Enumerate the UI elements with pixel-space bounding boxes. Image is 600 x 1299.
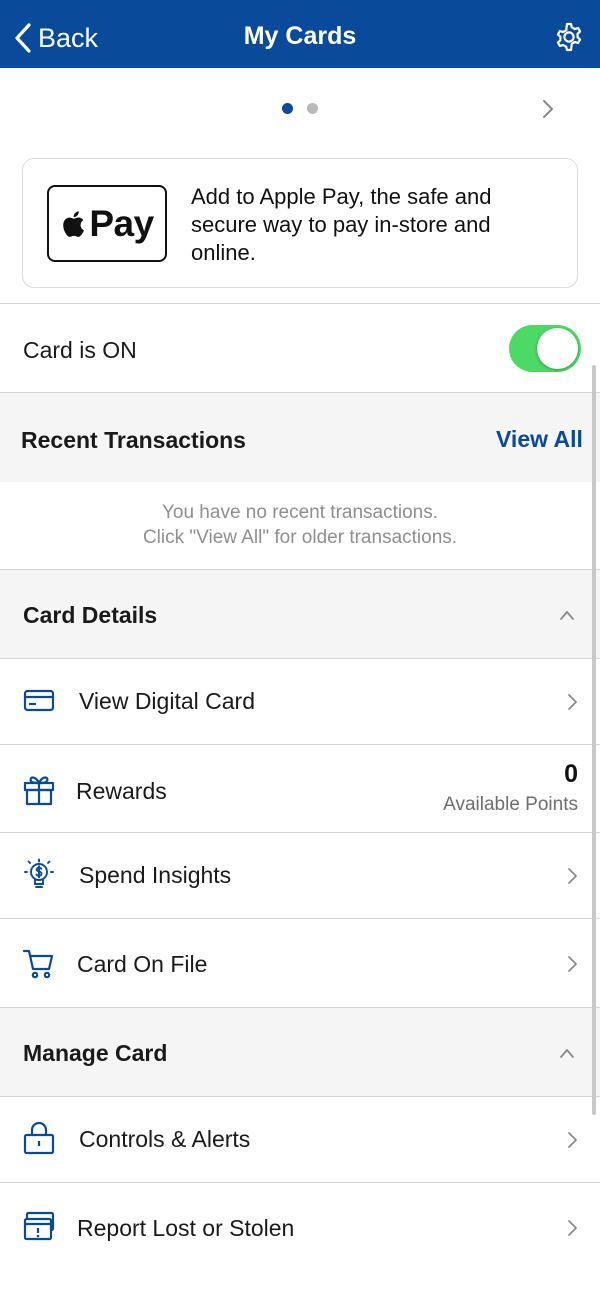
gift-icon: [23, 776, 55, 806]
card-details-title: Card Details: [23, 602, 158, 628]
chevron-right-icon: [568, 868, 577, 884]
controls-alerts-item[interactable]: Controls & Alerts: [0, 1097, 600, 1182]
lock-icon: [23, 1121, 55, 1155]
no-transactions-message: You have no recent transactions.: [161, 502, 439, 523]
report-lost-stolen-item[interactable]: Report Lost or Stolen: [0, 1183, 600, 1271]
chevron-up-icon: [560, 1049, 574, 1058]
chevron-right-icon[interactable]: [540, 98, 556, 120]
page-indicator-inactive[interactable]: [307, 103, 318, 114]
chevron-up-icon: [560, 611, 574, 620]
controls-alerts-label: Controls & Alerts: [79, 1126, 251, 1152]
card-status-label: Card is ON: [23, 337, 137, 363]
spend-insights-label: Spend Insights: [79, 862, 232, 888]
cart-icon: [22, 949, 54, 979]
rewards-points-value: 0: [564, 760, 578, 788]
rewards-points-label: Available Points: [443, 794, 578, 815]
apple-pay-message: Add to Apple Pay, the safe and secure wa…: [191, 184, 492, 265]
rewards-item[interactable]: Rewards: [0, 745, 600, 832]
gear-icon[interactable]: [554, 22, 584, 52]
toggle-knob: [537, 328, 578, 369]
chevron-right-icon: [568, 956, 577, 972]
page-title: My Cards: [243, 22, 357, 50]
scrollbar[interactable]: [592, 365, 596, 1115]
older-transactions-hint: Click "View All" for older transactions.: [142, 527, 458, 548]
lightbulb-dollar-icon: [24, 858, 54, 888]
manage-card-header[interactable]: Manage Card: [0, 1008, 600, 1096]
spend-insights-item[interactable]: Spend Insights: [0, 833, 600, 918]
chevron-right-icon: [568, 694, 577, 710]
page-indicator-active[interactable]: [282, 103, 293, 114]
manage-card-title: Manage Card: [23, 1040, 168, 1066]
apple-pay-badge: Pay: [47, 185, 167, 262]
card-on-toggle[interactable]: [509, 325, 581, 372]
navigation-bar: Back My Cards: [0, 0, 600, 68]
view-digital-card-label: View Digital Card: [79, 688, 255, 714]
chevron-right-icon: [568, 1220, 577, 1236]
credit-card-icon: [23, 689, 55, 712]
card-on-file-label: Card On File: [77, 951, 208, 977]
report-lost-stolen-label: Report Lost or Stolen: [77, 1215, 295, 1241]
card-on-file-item[interactable]: Card On File: [0, 919, 600, 1007]
recent-transactions-title: Recent Transactions: [21, 427, 246, 453]
chevron-right-icon: [568, 1132, 577, 1148]
card-details-header[interactable]: Card Details: [0, 570, 600, 658]
add-to-apple-pay-card[interactable]: Pay Add to Apple Pay, the safe and secur…: [22, 158, 578, 288]
card-pager: [0, 98, 600, 122]
apple-pay-badge-text: Pay: [89, 202, 154, 244]
view-digital-card-item[interactable]: View Digital Card: [0, 659, 600, 744]
view-all-link[interactable]: View All: [496, 426, 583, 453]
card-alert-icon: [23, 1211, 55, 1241]
apple-logo-icon: [63, 210, 85, 237]
rewards-label: Rewards: [76, 778, 167, 804]
